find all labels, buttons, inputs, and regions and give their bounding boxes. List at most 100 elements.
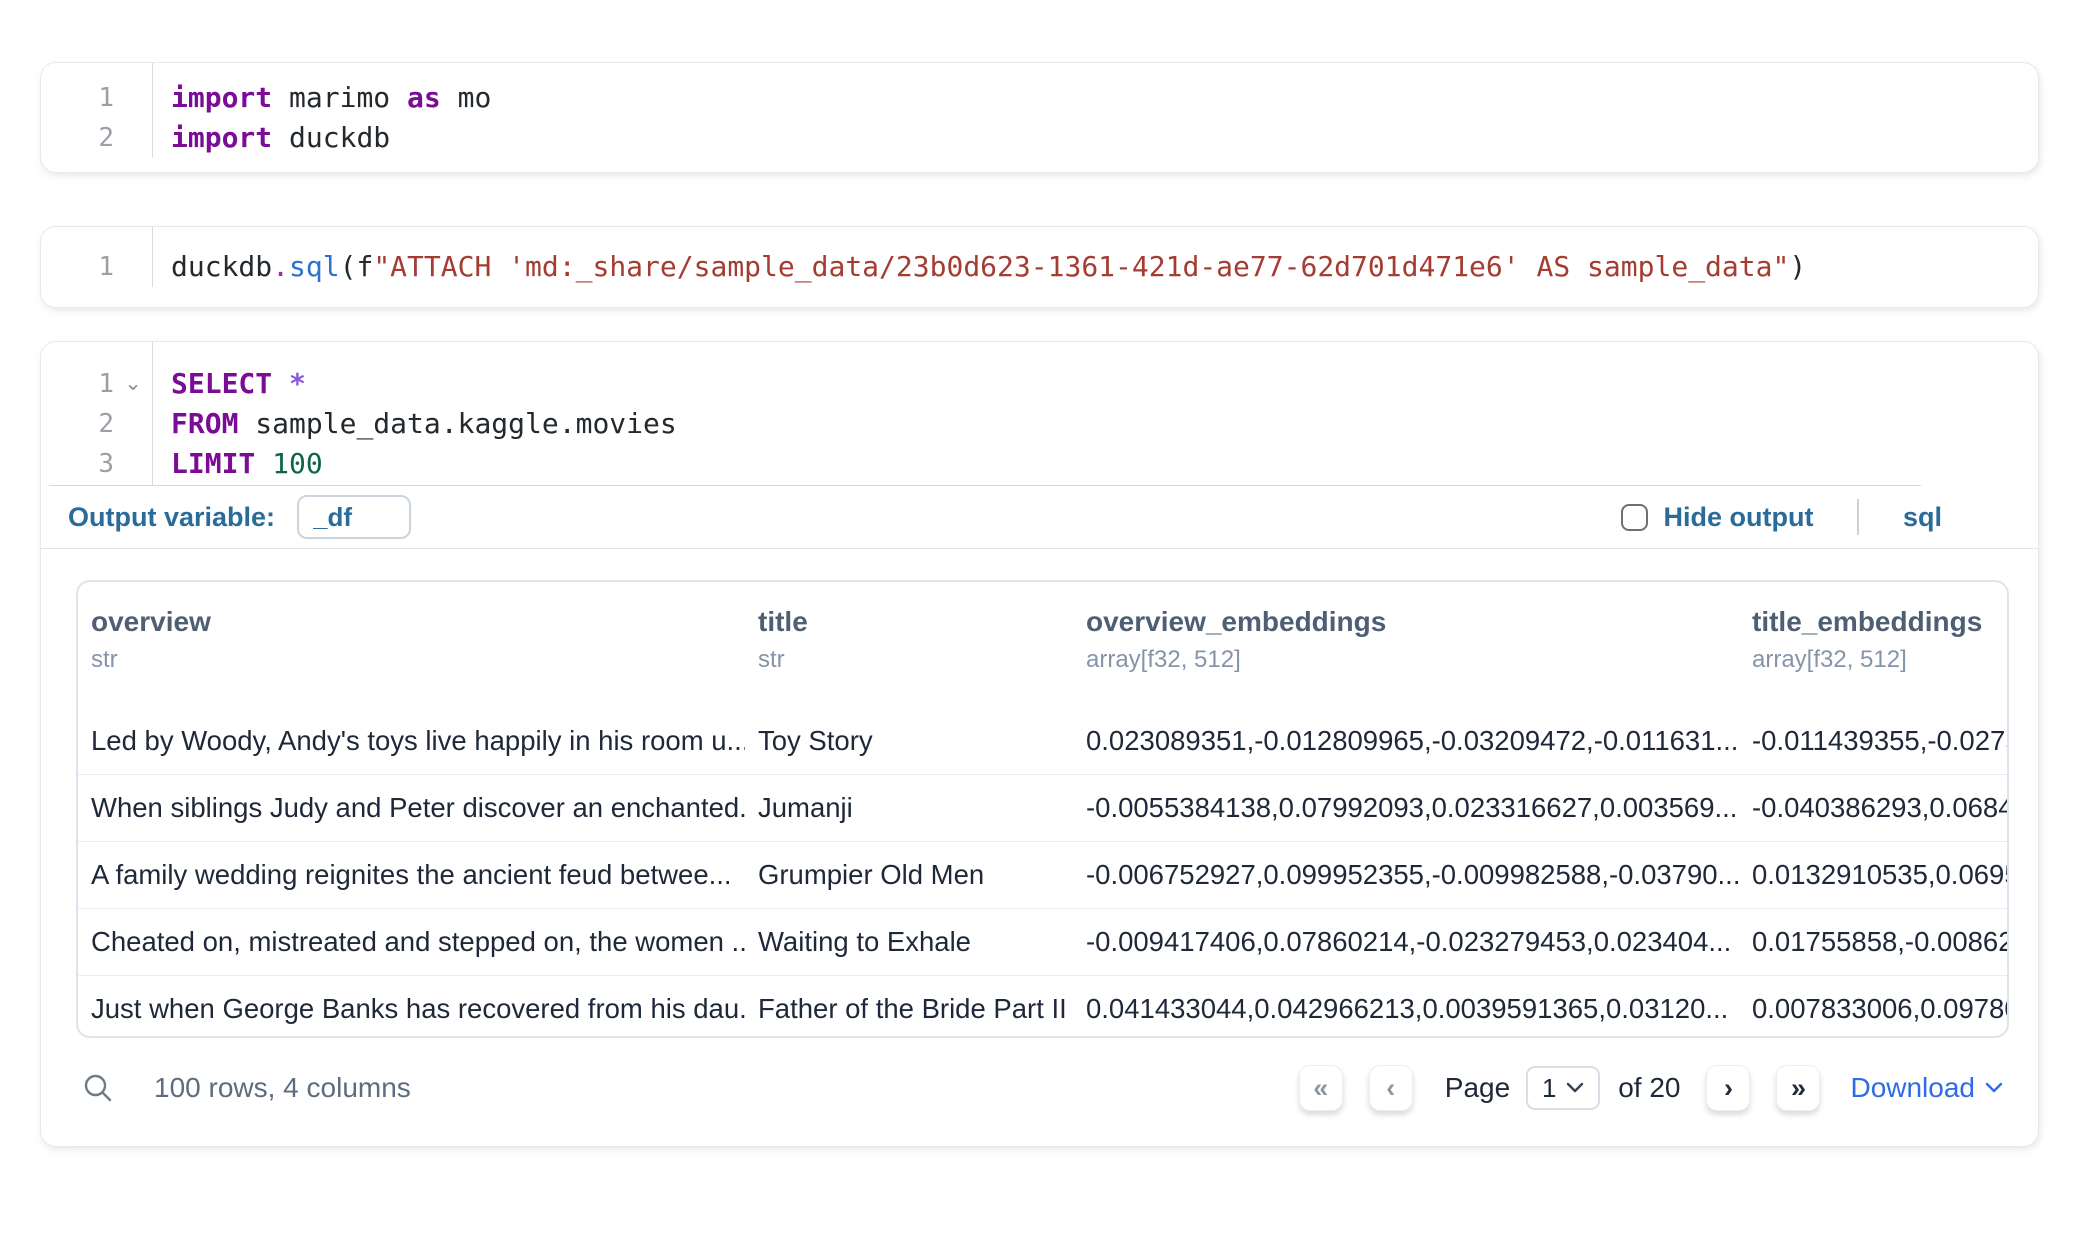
code-token: * bbox=[289, 367, 306, 400]
code-line: FROM sample_data.kaggle.movies bbox=[171, 404, 677, 444]
code-token: "ATTACH 'md:_share/sample_data/23b0d623-… bbox=[373, 250, 1789, 283]
page-total-label: of 20 bbox=[1618, 1072, 1680, 1104]
search-icon[interactable] bbox=[82, 1072, 114, 1104]
code-token: mo bbox=[441, 81, 492, 114]
code-editor[interactable]: 1⌄ 2 3 SELECT * FROM sample_data.kaggle.… bbox=[41, 342, 2038, 485]
chevron-down-icon bbox=[1985, 1082, 2003, 1094]
code-line: SELECT * bbox=[171, 364, 677, 404]
code-token: LIMIT bbox=[171, 447, 255, 480]
page-select-value: 1 bbox=[1542, 1073, 1556, 1104]
cell-title-embeddings: 0.0132910535,0.06958 bbox=[1739, 859, 2007, 891]
table-row: Led by Woody, Andy's toys live happily i… bbox=[78, 708, 2007, 774]
cell-title: Jumanji bbox=[745, 792, 1073, 824]
cell-overview-embeddings: -0.009417406,0.07860214,-0.023279453,0.0… bbox=[1073, 926, 1739, 958]
code-area[interactable]: SELECT * FROM sample_data.kaggle.movies … bbox=[153, 342, 677, 485]
table-row: When siblings Judy and Peter discover an… bbox=[78, 774, 2007, 841]
cell-overview: Just when George Banks has recovered fro… bbox=[78, 993, 745, 1025]
page-select[interactable]: 1 bbox=[1526, 1066, 1600, 1110]
code-editor[interactable]: 1 duckdb.sql(f"ATTACH 'md:_share/sample_… bbox=[41, 227, 2038, 287]
column-header-title-embeddings[interactable]: title_embeddings array[f32, 512] bbox=[1739, 606, 2007, 708]
cell-overview: Cheated on, mistreated and stepped on, t… bbox=[78, 926, 745, 958]
code-token: 100 bbox=[272, 447, 323, 480]
table-row: A family wedding reignites the ancient f… bbox=[78, 841, 2007, 908]
column-type: str bbox=[91, 646, 745, 674]
line-number-gutter: 1⌄ 2 3 bbox=[41, 342, 153, 485]
column-header-title[interactable]: title str bbox=[745, 606, 1073, 708]
table-row: Cheated on, mistreated and stepped on, t… bbox=[78, 908, 2007, 975]
output-variable-label: Output variable: bbox=[68, 502, 275, 533]
sql-options-bar: Output variable: Hide output sql bbox=[41, 486, 2038, 548]
previous-page-button[interactable]: ‹ bbox=[1369, 1065, 1413, 1111]
code-token: import bbox=[171, 121, 272, 154]
code-token: marimo bbox=[272, 81, 407, 114]
code-token: import bbox=[171, 81, 272, 114]
column-type: array[f32, 512] bbox=[1086, 646, 1739, 674]
code-token: ( bbox=[340, 250, 357, 283]
code-token: sql bbox=[289, 250, 340, 283]
code-line: LIMIT 100 bbox=[171, 444, 677, 484]
line-number: 1 bbox=[41, 247, 114, 287]
hide-output-checkbox[interactable] bbox=[1621, 504, 1648, 531]
code-token: SELECT bbox=[171, 367, 272, 400]
code-cell-attach: 1 duckdb.sql(f"ATTACH 'md:_share/sample_… bbox=[40, 226, 2039, 308]
code-area[interactable]: import marimo as mo import duckdb bbox=[153, 63, 491, 158]
code-token: duckdb bbox=[171, 250, 272, 283]
download-label: Download bbox=[1850, 1072, 1975, 1104]
code-token: FROM bbox=[171, 407, 238, 440]
column-type: array[f32, 512] bbox=[1752, 646, 2007, 674]
column-header-overview-embeddings[interactable]: overview_embeddings array[f32, 512] bbox=[1073, 606, 1739, 708]
next-page-icon: › bbox=[1724, 1073, 1733, 1104]
cell-overview-embeddings: 0.023089351,-0.012809965,-0.03209472,-0.… bbox=[1073, 725, 1739, 757]
cell-title-embeddings: -0.040386293,0.06845 bbox=[1739, 792, 2007, 824]
page-label: Page bbox=[1445, 1072, 1510, 1104]
language-badge: sql bbox=[1903, 502, 1942, 533]
result-table: overview str title str overview_embeddin… bbox=[76, 580, 2009, 1038]
code-editor[interactable]: 1 2 import marimo as mo import duckdb bbox=[41, 63, 2038, 158]
table-footer: 100 rows, 4 columns « ‹ Page 1 of 20 › »… bbox=[76, 1052, 2003, 1124]
vertical-divider bbox=[1857, 499, 1859, 535]
line-number: 2 bbox=[41, 404, 114, 444]
output-divider bbox=[41, 548, 2038, 549]
cell-overview: When siblings Judy and Peter discover an… bbox=[78, 792, 745, 824]
code-cell-imports: 1 2 import marimo as mo import duckdb bbox=[40, 62, 2039, 173]
cell-title-embeddings: 0.01755858,-0.0086286 bbox=[1739, 926, 2007, 958]
chevron-down-icon bbox=[1566, 1082, 1584, 1094]
code-line: duckdb.sql(f"ATTACH 'md:_share/sample_da… bbox=[171, 247, 1806, 287]
code-line: import duckdb bbox=[171, 118, 491, 158]
column-header-overview[interactable]: overview str bbox=[78, 606, 745, 708]
next-page-button[interactable]: › bbox=[1706, 1065, 1750, 1111]
first-page-icon: « bbox=[1313, 1073, 1328, 1104]
cell-overview-embeddings: -0.0055384138,0.07992093,0.023316627,0.0… bbox=[1073, 792, 1739, 824]
column-type: str bbox=[758, 646, 1073, 674]
line-number: 1 bbox=[41, 364, 114, 404]
cell-overview-embeddings: 0.041433044,0.042966213,0.0039591365,0.0… bbox=[1073, 993, 1739, 1025]
line-number-gutter: 1 bbox=[41, 227, 153, 287]
line-number: 2 bbox=[41, 118, 114, 158]
line-number-gutter: 1 2 bbox=[41, 63, 153, 158]
code-token: f bbox=[356, 250, 373, 283]
row-count-status: 100 rows, 4 columns bbox=[154, 1072, 411, 1104]
output-variable-input[interactable] bbox=[297, 495, 411, 539]
table-row: Just when George Banks has recovered fro… bbox=[78, 975, 2007, 1038]
cell-title-embeddings: -0.011439355,-0.02752 bbox=[1739, 725, 2007, 757]
cell-overview: A family wedding reignites the ancient f… bbox=[78, 859, 745, 891]
download-button[interactable]: Download bbox=[1850, 1072, 2003, 1104]
last-page-button[interactable]: » bbox=[1776, 1065, 1820, 1111]
cell-title: Toy Story bbox=[745, 725, 1073, 757]
fold-chevron-icon[interactable]: ⌄ bbox=[114, 364, 152, 404]
table-header-row: overview str title str overview_embeddin… bbox=[78, 582, 2007, 708]
first-page-button[interactable]: « bbox=[1299, 1065, 1343, 1111]
line-number: 1 bbox=[41, 78, 114, 118]
cell-title: Waiting to Exhale bbox=[745, 926, 1073, 958]
last-page-icon: » bbox=[1791, 1073, 1806, 1104]
code-token: sample_data.kaggle.movies bbox=[238, 407, 676, 440]
code-token: as bbox=[407, 81, 441, 114]
cell-overview: Led by Woody, Andy's toys live happily i… bbox=[78, 725, 745, 757]
code-token: ) bbox=[1789, 250, 1806, 283]
cell-title-embeddings: 0.007833006,0.097801 bbox=[1739, 993, 2007, 1025]
cell-title: Father of the Bride Part II bbox=[745, 993, 1073, 1025]
code-area[interactable]: duckdb.sql(f"ATTACH 'md:_share/sample_da… bbox=[153, 227, 1806, 287]
code-line: import marimo as mo bbox=[171, 78, 491, 118]
line-number: 3 bbox=[41, 444, 114, 484]
hide-output-label[interactable]: Hide output bbox=[1664, 502, 1814, 533]
